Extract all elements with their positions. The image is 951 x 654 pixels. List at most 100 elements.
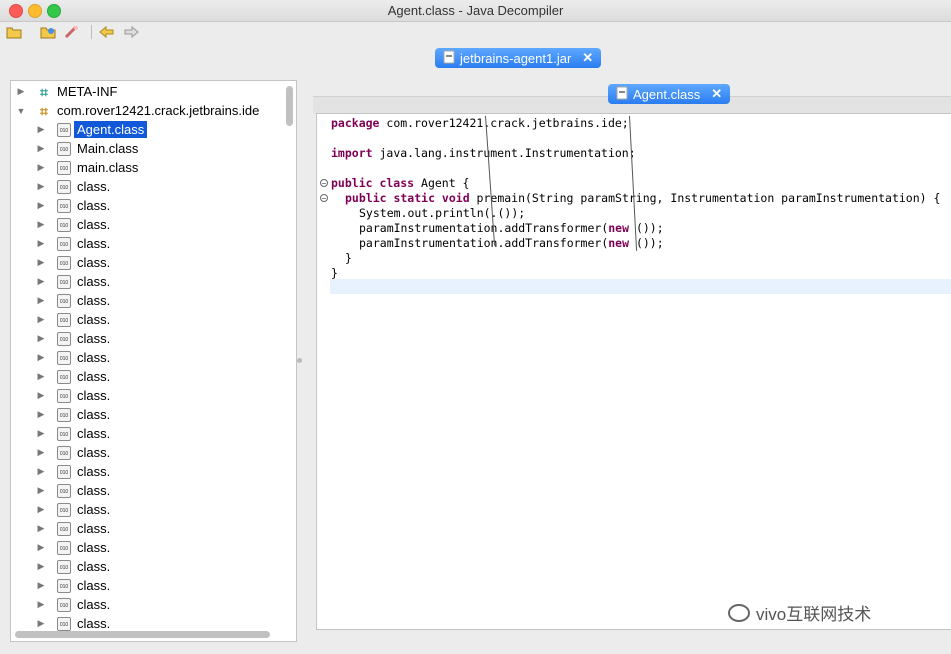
tree-item-label: class.	[77, 578, 111, 593]
class-file-icon: 010	[57, 331, 71, 346]
tree-item-class[interactable]: ▶ 010 class.	[11, 215, 111, 234]
class-file-icon: 010	[57, 521, 71, 536]
chevron-right-icon[interactable]: ▶	[35, 485, 47, 496]
close-icon[interactable]: ✕	[711, 86, 722, 102]
chevron-right-icon[interactable]: ▶	[35, 504, 47, 515]
tree-item-class[interactable]: ▶ 010 class.	[11, 557, 111, 576]
tree-item-package[interactable]: ▼ ⌗ com.rover12421.crack.jetbrains.ide	[11, 101, 260, 120]
title-bar: Agent.class - Java Decompiler	[0, 0, 951, 22]
tree-item-label: class.	[77, 559, 111, 574]
tree-item-class[interactable]: ▶ 010 class.	[11, 424, 111, 443]
tree-item-class[interactable]: ▶ 010 class.	[11, 196, 111, 215]
chevron-right-icon[interactable]: ▶	[35, 599, 47, 610]
horizontal-scrollbar[interactable]	[15, 631, 270, 638]
chevron-right-icon[interactable]: ▶	[35, 257, 47, 268]
tree-item-class[interactable]: ▶ 010 class.	[11, 386, 111, 405]
chevron-right-icon[interactable]: ▶	[35, 428, 47, 439]
class-file-icon: 010	[57, 255, 71, 270]
chevron-right-icon[interactable]: ▶	[35, 466, 47, 477]
splitter-handle[interactable]	[297, 358, 302, 363]
tree-item-label: class.	[77, 616, 111, 631]
close-icon[interactable]: ✕	[582, 50, 593, 66]
tree-item-class[interactable]: ▶ 010 Main.class	[11, 139, 139, 158]
chevron-right-icon[interactable]: ▶	[35, 314, 47, 325]
tab-agent-class[interactable]: Agent.class ✕	[608, 84, 731, 104]
tree-item-class[interactable]: ▶ 010 class.	[11, 519, 111, 538]
tree-item-class[interactable]: ▶ 010 class.	[11, 177, 111, 196]
chevron-right-icon[interactable]: ▶	[35, 352, 47, 363]
chevron-right-icon[interactable]: ▶	[35, 390, 47, 401]
tree-item-class[interactable]: ▶ 010 class.	[11, 272, 111, 291]
tree-item-label: class.	[77, 179, 111, 194]
chevron-right-icon[interactable]: ▶	[35, 162, 47, 173]
chevron-right-icon[interactable]: ▶	[35, 238, 47, 249]
code-line-transformer-1: paramInstrumentation.addTransformer(new …	[359, 221, 664, 235]
tree-item-label: class.	[77, 388, 111, 403]
editor-gutter: − −	[317, 114, 330, 629]
chevron-right-icon[interactable]: ▶	[35, 219, 47, 230]
tree-item-label: class.	[77, 464, 111, 479]
chevron-down-icon[interactable]: ▼	[15, 106, 27, 116]
tree-item-meta-inf[interactable]: ▶ ⌗ META-INF	[11, 82, 118, 101]
class-file-icon: 010	[57, 616, 71, 631]
chevron-right-icon[interactable]: ▶	[35, 447, 47, 458]
tree-item-class[interactable]: ▶ 010 class.	[11, 367, 111, 386]
class-file-icon: 010	[57, 407, 71, 422]
tree-item-class[interactable]: ▶ 010 class.	[11, 443, 111, 462]
open-file-icon[interactable]	[5, 23, 23, 41]
fold-collapse-icon[interactable]: −	[320, 179, 328, 188]
tree-item-class[interactable]: ▶ 010 class.	[11, 348, 111, 367]
forward-arrow-icon[interactable]	[122, 23, 140, 41]
tree-item-class[interactable]: ▶ 010 class.	[11, 538, 111, 557]
class-file-icon: 010	[57, 160, 71, 175]
vertical-scrollbar[interactable]	[286, 86, 293, 126]
package-icon: ⌗	[40, 102, 48, 119]
chevron-right-icon[interactable]: ▶	[35, 561, 47, 572]
chevron-right-icon[interactable]: ▶	[15, 86, 27, 97]
class-file-icon: 010	[57, 559, 71, 574]
window-title: Agent.class - Java Decompiler	[387, 3, 564, 18]
code-editor[interactable]: − − package com.rover12421.crack.jetbrai…	[316, 113, 951, 630]
class-tree-panel[interactable]: ▶ ⌗ META-INF ▼ ⌗ com.rover12421.crack.je…	[10, 80, 297, 642]
tree-item-label: class.	[77, 597, 111, 612]
class-file-icon: 010	[57, 369, 71, 384]
tree-item-class[interactable]: ▶ 010 main.class	[11, 158, 139, 177]
tree-item-class[interactable]: ▶ 010 class.	[11, 500, 111, 519]
tree-item-class[interactable]: ▶ 010 class.	[11, 576, 111, 595]
chevron-right-icon[interactable]: ▶	[35, 143, 47, 154]
editor-tab-label: Agent.class	[633, 86, 701, 102]
tab-jar-file[interactable]: jetbrains-agent1.jar ✕	[435, 48, 602, 68]
chevron-right-icon[interactable]: ▶	[35, 542, 47, 553]
search-icon[interactable]	[63, 23, 81, 41]
tree-item-class[interactable]: ▶ 010 class.	[11, 405, 111, 424]
chevron-right-icon[interactable]: ▶	[35, 371, 47, 382]
tree-item-class[interactable]: ▶ 010 class.	[11, 234, 111, 253]
class-file-icon: 010	[57, 578, 71, 593]
chevron-right-icon[interactable]: ▶	[35, 124, 47, 135]
chevron-right-icon[interactable]: ▶	[35, 333, 47, 344]
open-folder-icon[interactable]	[39, 23, 57, 41]
chevron-right-icon[interactable]: ▶	[35, 276, 47, 287]
tree-item-label: Agent.class	[74, 121, 148, 138]
chevron-right-icon[interactable]: ▶	[35, 523, 47, 534]
tree-item-label: class.	[77, 521, 111, 536]
class-file-icon: 010	[57, 122, 71, 137]
tree-item-class[interactable]: ▶ 010 class.	[11, 291, 111, 310]
back-arrow-icon[interactable]	[98, 23, 116, 41]
tree-item-class[interactable]: ▶ 010 class.	[11, 329, 111, 348]
fold-collapse-icon[interactable]: −	[320, 194, 328, 203]
chevron-right-icon[interactable]: ▶	[35, 618, 47, 629]
tree-item-class[interactable]: ▶ 010 class.	[11, 310, 111, 329]
code-line-println: System.out.println(.());	[359, 206, 526, 220]
tree-item-class[interactable]: ▶ 010 class.	[11, 253, 111, 272]
chevron-right-icon[interactable]: ▶	[35, 409, 47, 420]
class-file-icon: 010	[57, 179, 71, 194]
tree-item-class[interactable]: ▶ 010 Agent.class	[11, 120, 148, 139]
chevron-right-icon[interactable]: ▶	[35, 580, 47, 591]
tree-item-class[interactable]: ▶ 010 class.	[11, 462, 111, 481]
tree-item-class[interactable]: ▶ 010 class.	[11, 481, 111, 500]
chevron-right-icon[interactable]: ▶	[35, 295, 47, 306]
tree-item-class[interactable]: ▶ 010 class.	[11, 595, 111, 614]
chevron-right-icon[interactable]: ▶	[35, 181, 47, 192]
chevron-right-icon[interactable]: ▶	[35, 200, 47, 211]
